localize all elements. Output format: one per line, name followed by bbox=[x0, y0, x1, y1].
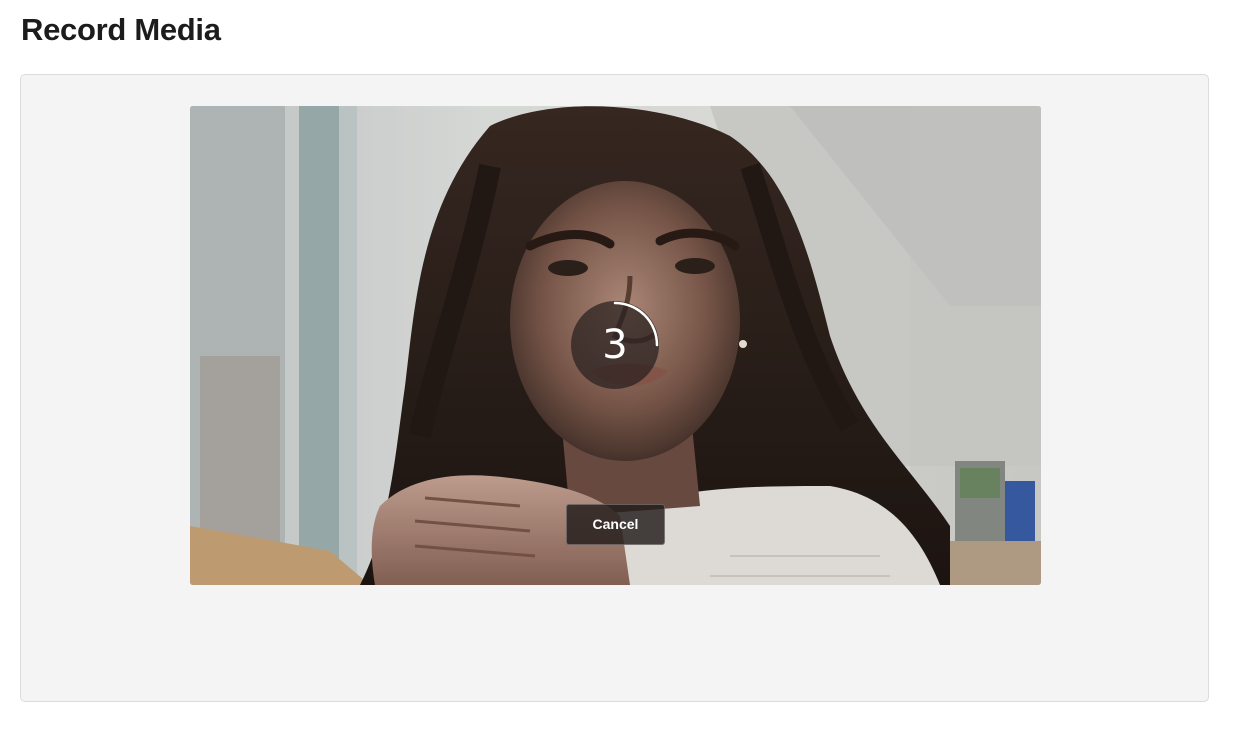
recorder-panel: 3 Cancel bbox=[20, 74, 1209, 702]
camera-preview: 3 Cancel bbox=[190, 106, 1041, 585]
countdown-timer: 3 bbox=[571, 301, 659, 389]
countdown-number: 3 bbox=[602, 322, 628, 368]
page-title: Record Media bbox=[21, 12, 221, 47]
cancel-button[interactable]: Cancel bbox=[566, 504, 665, 545]
